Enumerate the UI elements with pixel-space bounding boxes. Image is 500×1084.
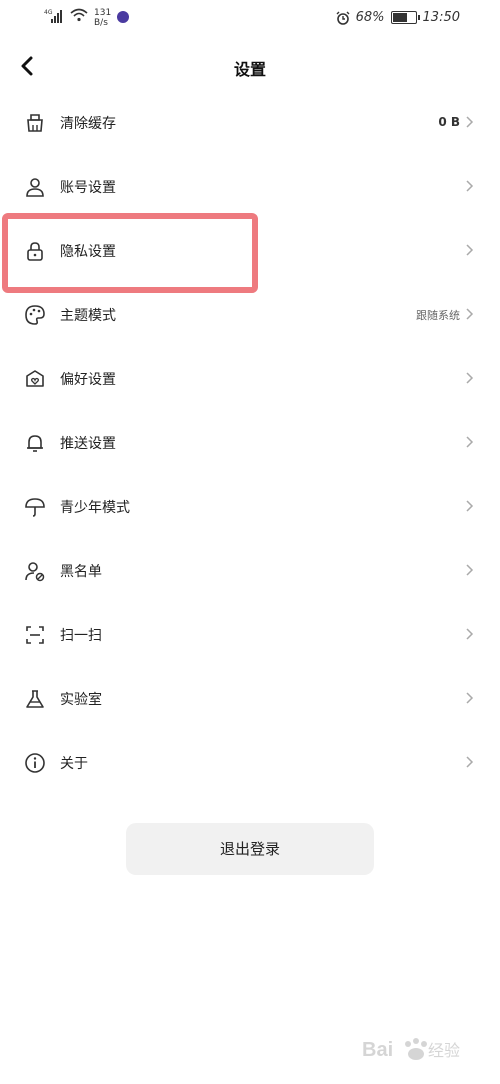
- chevron-right-icon: [466, 308, 474, 320]
- settings-item-label: 偏好设置: [60, 372, 116, 388]
- settings-item-label: 扫一扫: [60, 628, 102, 644]
- settings-item-account[interactable]: 账号设置: [0, 155, 500, 219]
- status-left: 4G 131 B/s: [44, 8, 130, 28]
- page-title: 设置: [233, 60, 266, 79]
- scan-icon: [26, 626, 44, 644]
- cache-size-value: 0 B: [438, 115, 460, 129]
- wifi-icon: [70, 8, 88, 22]
- chevron-right-icon: [466, 564, 474, 576]
- user-block-icon: [25, 562, 45, 582]
- heart-tag-icon: [26, 370, 44, 387]
- status-right: 68% 13:50: [336, 10, 460, 25]
- chevron-right-icon: [466, 500, 474, 512]
- theme-mode-value: 跟随系统: [416, 309, 460, 322]
- battery-icon: [390, 11, 420, 24]
- settings-item-label: 实验室: [60, 692, 102, 708]
- chevron-right-icon: [466, 372, 474, 384]
- battery-fill: [392, 13, 408, 22]
- logout-button[interactable]: 退出登录: [126, 823, 374, 875]
- chevron-right-icon: [466, 628, 474, 640]
- settings-item-lab[interactable]: 实验室: [0, 667, 500, 731]
- settings-item-clear-cache[interactable]: 清除缓存 0 B: [0, 91, 500, 155]
- flask-icon: [26, 690, 44, 708]
- chevron-right-icon: [466, 692, 474, 704]
- battery-percent: 68%: [355, 10, 385, 25]
- palette-icon: [25, 305, 45, 325]
- settings-item-teen-mode[interactable]: 青少年模式: [0, 475, 500, 539]
- settings-item-about[interactable]: 关于: [0, 731, 500, 795]
- settings-item-blacklist[interactable]: 黑名单: [0, 539, 500, 603]
- clock: 13:50: [422, 10, 460, 25]
- signal-label: 4G: [44, 9, 53, 16]
- settings-item-push[interactable]: 推送设置: [0, 411, 500, 475]
- settings-item-label: 推送设置: [60, 436, 116, 452]
- app-notification-icon: [117, 11, 130, 23]
- chevron-right-icon: [466, 244, 474, 256]
- settings-item-preferences[interactable]: 偏好设置: [0, 347, 500, 411]
- svg-text:Bai: Bai: [362, 1039, 393, 1061]
- header: 设置: [0, 44, 500, 88]
- settings-item-scan[interactable]: 扫一扫: [0, 603, 500, 667]
- settings-item-label: 青少年模式: [60, 500, 130, 516]
- chevron-right-icon: [466, 180, 474, 192]
- svg-text:经验: 经验: [428, 1041, 460, 1060]
- watermark-image: Bai 经验: [362, 1038, 460, 1061]
- highlight-box: [2, 213, 258, 293]
- settings-item-label: 主题模式: [60, 308, 116, 324]
- chevron-right-icon: [466, 436, 474, 448]
- settings-item-label: 黑名单: [60, 564, 102, 580]
- chevron-right-icon: [466, 756, 474, 768]
- broom-icon: [27, 114, 43, 132]
- network-speed-value: 131: [94, 8, 112, 18]
- settings-item-label: 关于: [60, 756, 88, 772]
- baidu-watermark-logo: Bai 经验: [360, 1034, 480, 1072]
- network-speed: 131 B/s: [94, 8, 111, 28]
- settings-item-label: 账号设置: [60, 180, 116, 196]
- settings-item-label: 清除缓存: [60, 116, 116, 132]
- network-speed-unit: B/s: [94, 18, 108, 28]
- status-bar: 4G 131 B/s 68% 13:50: [0, 0, 500, 40]
- umbrella-icon: [25, 498, 45, 517]
- settings-list: 清除缓存 0 B 账号设置 隐私设置 主题模式 跟随系统 偏好设置 推送设置 青…: [0, 91, 500, 795]
- user-icon: [26, 178, 44, 197]
- info-icon: [25, 753, 45, 773]
- cellular-signal-icon: 4G: [44, 9, 62, 23]
- chevron-right-icon: [466, 116, 474, 128]
- alarm-icon: [336, 11, 350, 25]
- bell-icon: [27, 435, 43, 452]
